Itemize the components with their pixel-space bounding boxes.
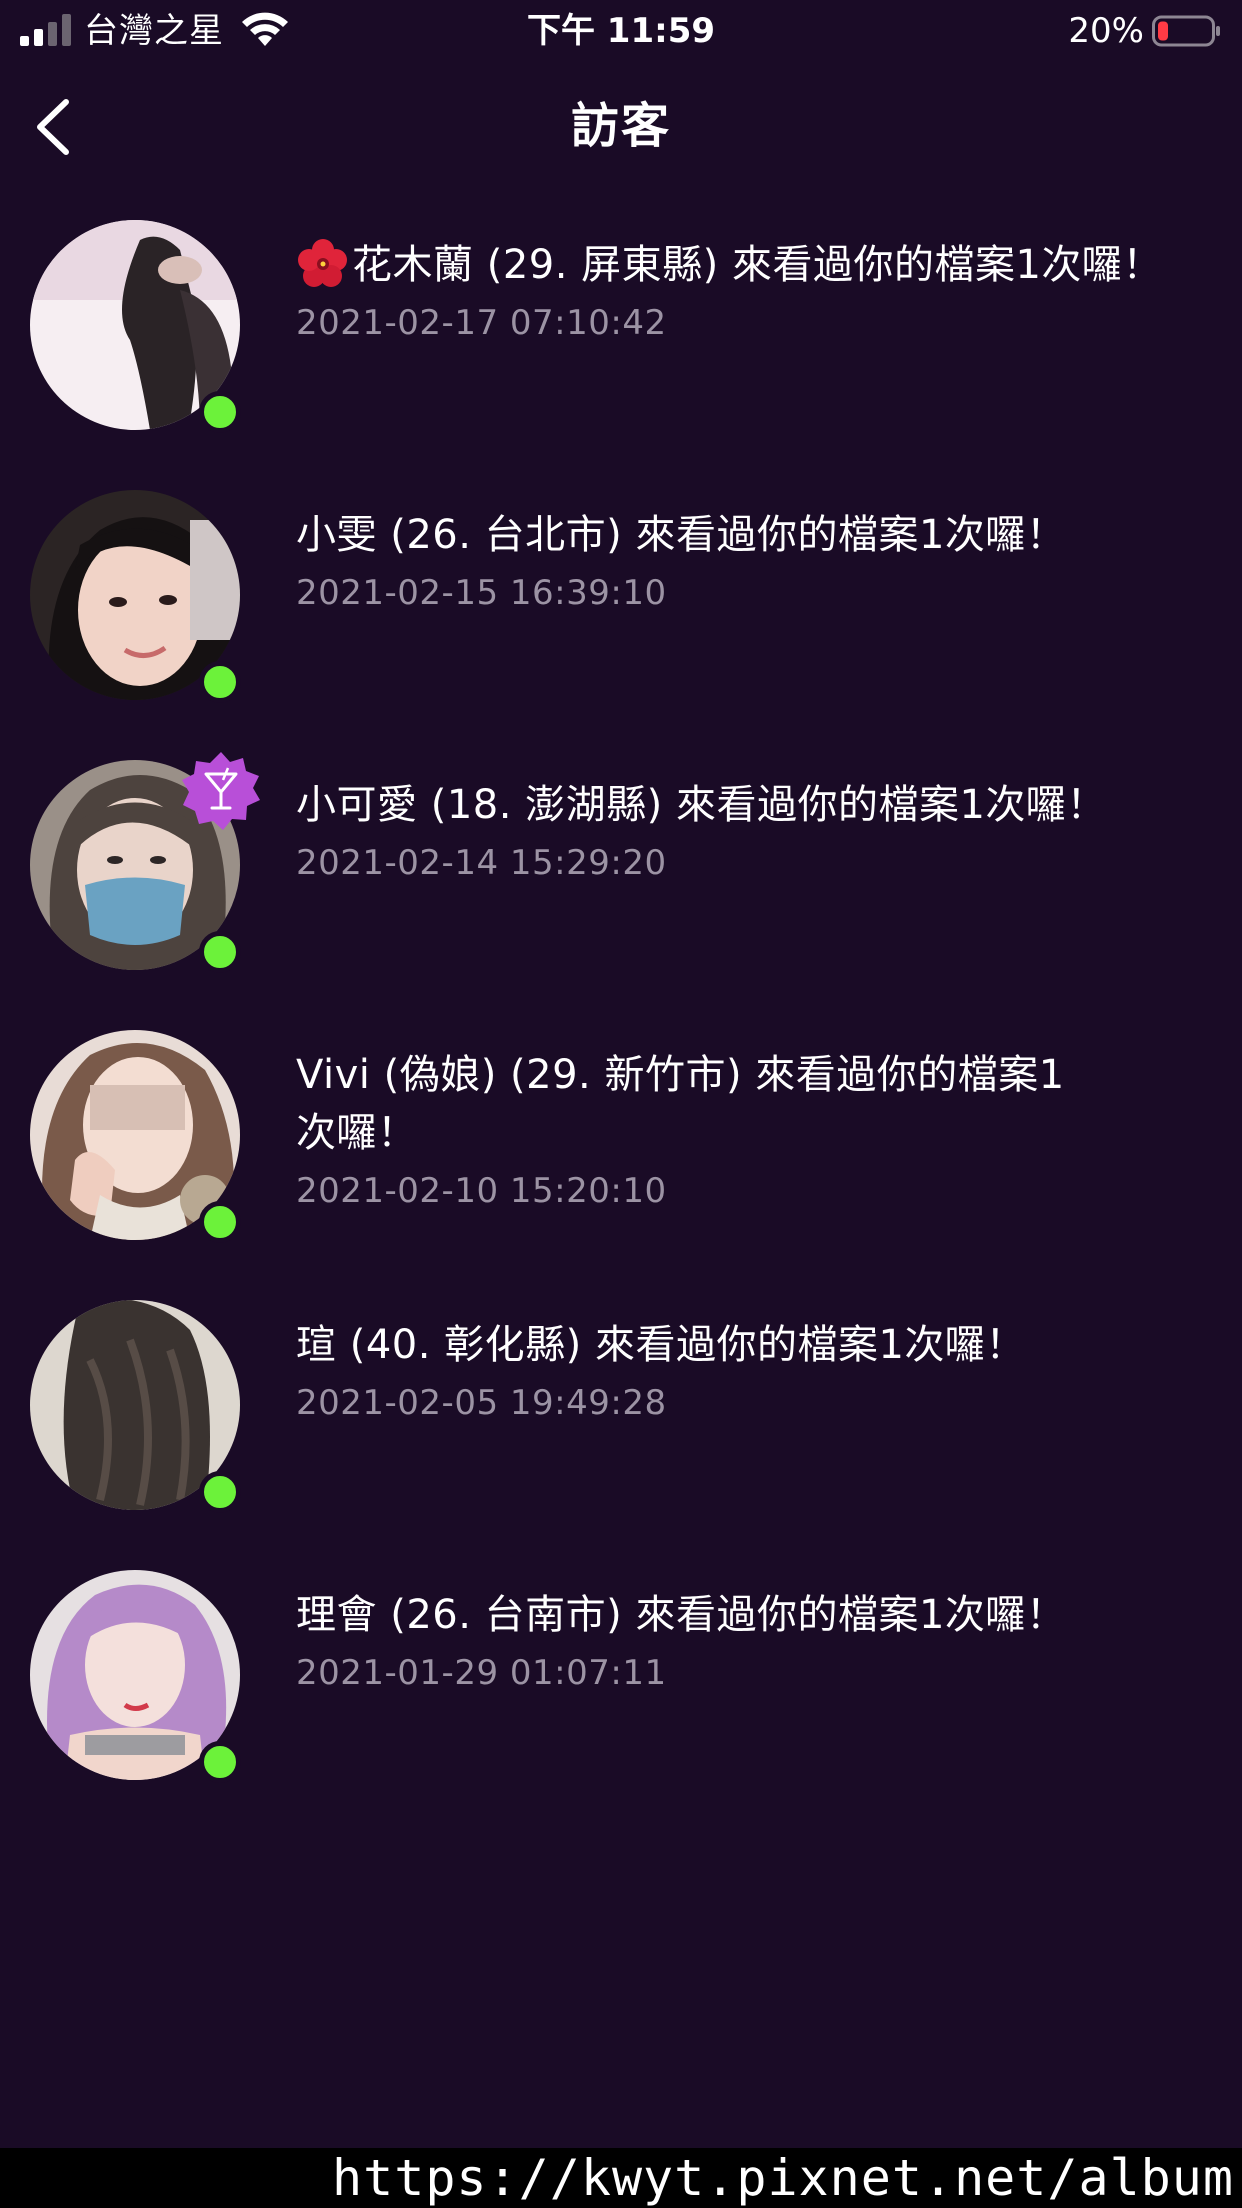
visitor-message: 瑄 (40. 彰化縣) 來看過你的檔案1次囉！: [296, 1322, 1026, 1368]
visitor-text: 瑄 (40. 彰化縣) 來看過你的檔案1次囉！ 2021-02-05 19:49…: [296, 1316, 1186, 1428]
battery-icon: [1152, 15, 1220, 47]
visitor-item[interactable]: Vivi (偽娘) (29. 新竹市) 來看過你的檔案1次囉！ 2021-02-…: [0, 1020, 1242, 1290]
visit-timestamp: 2021-02-05 19:49:28: [296, 1383, 667, 1423]
status-bar: 台灣之星 下午 11:59 20%: [0, 0, 1242, 62]
online-status-dot: [199, 661, 241, 703]
navigation-bar: 訪客: [0, 80, 1242, 170]
online-status-dot: [199, 1471, 241, 1513]
battery-percent: 20%: [1068, 11, 1144, 51]
visitor-list: 花木蘭 (29. 屏東縣) 來看過你的檔案1次囉！ 2021-02-17 07:…: [0, 210, 1242, 1830]
visit-timestamp: 2021-01-29 01:07:11: [296, 1653, 667, 1693]
visitor-text: 小雯 (26. 台北市) 來看過你的檔案1次囉！ 2021-02-15 16:3…: [296, 506, 1186, 618]
visitor-message: 花木蘭 (29. 屏東縣) 來看過你的檔案1次囉！: [296, 236, 1186, 294]
page-title: 訪客: [570, 98, 671, 154]
online-status-dot: [199, 1741, 241, 1783]
visitor-item[interactable]: 花木蘭 (29. 屏東縣) 來看過你的檔案1次囉！ 2021-02-17 07:…: [0, 210, 1242, 480]
watermark-url: https://kwyt.pixnet.net/album: [332, 2149, 1234, 2207]
battery-level-fill: [1158, 21, 1168, 41]
visitor-message: 理會 (26. 台南市) 來看過你的檔案1次囉！: [296, 1592, 1067, 1638]
hibiscus-icon: [298, 239, 347, 287]
visit-timestamp: 2021-02-14 15:29:20: [296, 843, 667, 883]
online-status-dot: [199, 931, 241, 973]
visit-timestamp: 2021-02-15 16:39:10: [296, 573, 667, 613]
visitor-text: 花木蘭 (29. 屏東縣) 來看過你的檔案1次囉！ 2021-02-17 07:…: [296, 236, 1186, 348]
visitor-message-text: 花木蘭 (29. 屏東縣) 來看過你的檔案1次囉！: [352, 242, 1163, 288]
visitor-item[interactable]: 小雯 (26. 台北市) 來看過你的檔案1次囉！ 2021-02-15 16:3…: [0, 480, 1242, 750]
visitor-item[interactable]: 理會 (26. 台南市) 來看過你的檔案1次囉！ 2021-01-29 01:0…: [0, 1560, 1242, 1830]
visitor-message: 小雯 (26. 台北市) 來看過你的檔案1次囉！: [296, 512, 1067, 558]
watermark-strip: https://kwyt.pixnet.net/album: [0, 2148, 1242, 2208]
visitor-item[interactable]: 小可愛 (18. 澎湖縣) 來看過你的檔案1次囉！ 2021-02-14 15:…: [0, 750, 1242, 1020]
visitor-text: Vivi (偽娘) (29. 新竹市) 來看過你的檔案1次囉！ 2021-02-…: [296, 1046, 1186, 1216]
online-status-dot: [199, 1201, 241, 1243]
visitor-text: 理會 (26. 台南市) 來看過你的檔案1次囉！ 2021-01-29 01:0…: [296, 1586, 1186, 1698]
online-status-dot: [199, 391, 241, 433]
visit-timestamp: 2021-02-10 15:20:10: [296, 1171, 667, 1211]
cocktail-badge-icon: [182, 752, 260, 830]
status-time: 下午 11:59: [526, 11, 716, 51]
visit-timestamp: 2021-02-17 07:10:42: [296, 303, 667, 343]
visitor-message: 小可愛 (18. 澎湖縣) 來看過你的檔案1次囉！: [296, 782, 1107, 828]
visitor-item[interactable]: 瑄 (40. 彰化縣) 來看過你的檔案1次囉！ 2021-02-05 19:49…: [0, 1290, 1242, 1560]
visitor-text: 小可愛 (18. 澎湖縣) 來看過你的檔案1次囉！ 2021-02-14 15:…: [296, 776, 1186, 888]
visitor-message: Vivi (偽娘) (29. 新竹市) 來看過你的檔案1次囉！: [296, 1052, 1065, 1156]
